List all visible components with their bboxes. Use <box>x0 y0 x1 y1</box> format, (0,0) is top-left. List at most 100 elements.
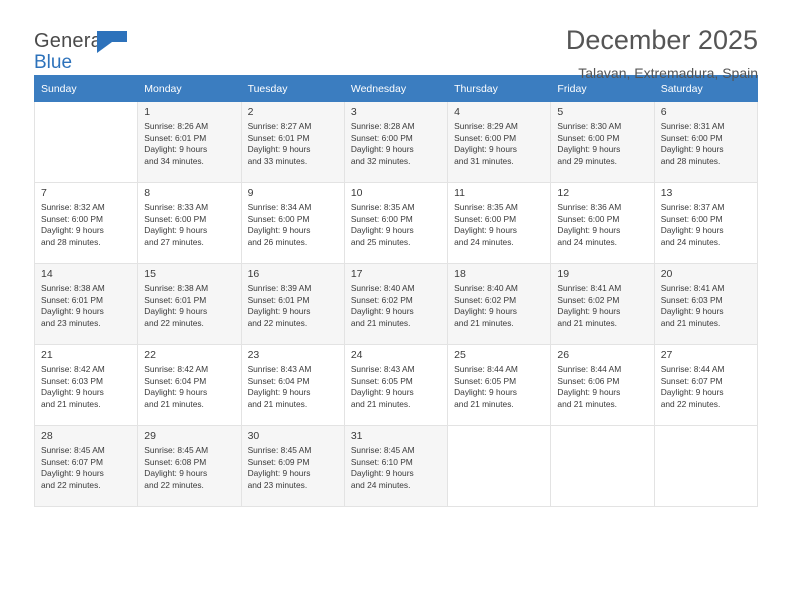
day-info-line: Sunset: 6:01 PM <box>247 294 310 305</box>
day-number: 1 <box>144 106 151 118</box>
calendar-day-cell[interactable]: 18 Sunrise: 8:40 AM Sunset: 6:02 PM Dayligh… <box>447 263 552 345</box>
calendar-table: Sunday Monday Tuesday Wednesday Thursday… <box>33 75 759 507</box>
day-info: Sunrise: 8:38 AM Sunset: 6:01 PM Daylight:… <box>138 280 240 329</box>
calendar-week-row: 1 Sunrise: 8:26 AM Sunset: 6:01 PM Daylight… <box>33 101 759 183</box>
day-number: 23 <box>247 349 260 361</box>
calendar-day-cell[interactable]: 5 Sunrise: 8:30 AM Sunset: 6:00 PM Daylight… <box>550 101 655 183</box>
day-info-line: Daylight: 9 hours <box>41 306 104 317</box>
calendar-day-cell[interactable]: 24 Sunrise: 8:43 AM Sunset: 6:05 PM Dayligh… <box>343 344 449 426</box>
day-info-line: Sunset: 6:00 PM <box>557 132 620 143</box>
day-info-line: Sunset: 6:00 PM <box>350 132 413 143</box>
day-number: 11 <box>454 187 466 199</box>
calendar-day-cell[interactable]: 11 Sunrise: 8:35 AM Sunset: 6:00 PM Dayligh… <box>447 182 552 264</box>
page-title: December 2025 <box>565 25 758 55</box>
calendar-day-cell[interactable]: 1 Sunrise: 8:26 AM Sunset: 6:01 PM Daylight… <box>137 101 242 183</box>
day-info-line: and 32 minutes. <box>350 155 411 166</box>
day-info-line: Sunset: 6:00 PM <box>144 213 207 224</box>
day-info-line: and 22 minutes. <box>247 317 308 328</box>
day-info-line: and 22 minutes. <box>144 317 204 328</box>
calendar-day-cell[interactable]: 15 Sunrise: 8:38 AM Sunset: 6:01 PM Dayligh… <box>137 263 242 345</box>
day-info-line: Sunset: 6:06 PM <box>557 375 620 386</box>
calendar-week-row: 21 Sunrise: 8:42 AM Sunset: 6:03 PM Dayligh… <box>33 344 759 426</box>
day-info-line: Sunrise: 8:32 AM <box>41 202 105 212</box>
calendar-day-cell[interactable]: 8 Sunrise: 8:33 AM Sunset: 6:00 PM Daylight… <box>137 182 242 264</box>
day-number: 24 <box>350 349 363 361</box>
day-info-line: Daylight: 9 hours <box>557 387 621 398</box>
calendar-day-cell[interactable]: 22 Sunrise: 8:42 AM Sunset: 6:04 PM Dayligh… <box>137 344 242 426</box>
flag-icon-tail <box>97 31 127 53</box>
calendar-day-cell[interactable]: 7 Sunrise: 8:32 AM Sunset: 6:00 PM Daylight… <box>33 182 139 264</box>
calendar-day-cell[interactable]: 20 Sunrise: 8:41 AM Sunset: 6:03 PM Dayligh… <box>653 263 759 345</box>
calendar-day-cell[interactable]: 30 Sunrise: 8:45 AM Sunset: 6:09 PM Dayligh… <box>240 425 345 507</box>
calendar-day-cell[interactable]: 2 Sunrise: 8:27 AM Sunset: 6:01 PM Daylight… <box>240 101 345 183</box>
calendar-empty-cell <box>550 425 655 507</box>
day-info-line: and 31 minutes. <box>454 155 514 166</box>
day-info: Sunrise: 8:31 AM Sunset: 6:00 PM Daylight:… <box>655 118 757 167</box>
day-info: Sunrise: 8:27 AM Sunset: 6:01 PM Daylight:… <box>242 118 344 167</box>
calendar-day-cell[interactable]: 6 Sunrise: 8:31 AM Sunset: 6:00 PM Daylight… <box>653 101 759 183</box>
calendar-day-cell[interactable]: 25 Sunrise: 8:44 AM Sunset: 6:05 PM Dayligh… <box>447 344 552 426</box>
day-info: Sunrise: 8:34 AM Sunset: 6:00 PM Daylight:… <box>242 199 344 248</box>
day-info-line: Daylight: 9 hours <box>454 144 517 155</box>
calendar-day-cell[interactable]: 16 Sunrise: 8:39 AM Sunset: 6:01 PM Dayligh… <box>240 263 345 345</box>
day-info-line: Daylight: 9 hours <box>350 468 414 479</box>
day-info-line: and 23 minutes. <box>41 317 101 328</box>
calendar-day-cell[interactable]: 14 Sunrise: 8:38 AM Sunset: 6:01 PM Dayligh… <box>33 263 139 345</box>
day-info-line: Sunset: 6:09 PM <box>247 456 310 467</box>
day-info-line: Sunset: 6:00 PM <box>660 132 723 143</box>
day-info-line: Sunrise: 8:42 AM <box>144 364 209 374</box>
calendar-day-cell[interactable]: 31 Sunrise: 8:45 AM Sunset: 6:10 PM Dayligh… <box>343 425 449 507</box>
day-info-line: Sunset: 6:01 PM <box>144 132 207 143</box>
day-info-line: Sunset: 6:07 PM <box>660 375 723 386</box>
calendar-day-cell[interactable]: 4 Sunrise: 8:29 AM Sunset: 6:00 PM Daylight… <box>447 101 552 183</box>
day-info-line: and 28 minutes. <box>660 155 721 166</box>
day-number: 15 <box>144 268 156 280</box>
day-info-line: and 24 minutes. <box>454 236 514 247</box>
calendar-day-cell[interactable]: 21 Sunrise: 8:42 AM Sunset: 6:03 PM Dayligh… <box>33 344 139 426</box>
day-number: 18 <box>454 268 466 280</box>
calendar-day-cell[interactable]: 13 Sunrise: 8:37 AM Sunset: 6:00 PM Dayligh… <box>653 182 759 264</box>
calendar-day-cell[interactable]: 26 Sunrise: 8:44 AM Sunset: 6:06 PM Dayligh… <box>550 344 655 426</box>
generalblue-logo[interactable]: General Blue <box>34 30 234 80</box>
day-info-line: and 22 minutes. <box>41 479 101 490</box>
calendar-day-cell[interactable]: 12 Sunrise: 8:36 AM Sunset: 6:00 PM Dayligh… <box>550 182 655 264</box>
day-info-line: Sunrise: 8:40 AM <box>350 283 415 293</box>
day-info-line: and 22 minutes. <box>660 398 721 409</box>
day-info-line: Daylight: 9 hours <box>41 468 104 479</box>
day-number: 2 <box>247 106 254 118</box>
day-info-line: Daylight: 9 hours <box>247 144 311 155</box>
day-info: Sunrise: 8:26 AM Sunset: 6:01 PM Daylight:… <box>138 118 240 167</box>
calendar-day-cell[interactable]: 10 Sunrise: 8:35 AM Sunset: 6:00 PM Dayligh… <box>343 182 449 264</box>
day-info-line: and 26 minutes. <box>247 236 308 247</box>
calendar-day-cell[interactable]: 28 Sunrise: 8:45 AM Sunset: 6:07 PM Dayligh… <box>33 425 139 507</box>
day-info: Sunrise: 8:45 AM Sunset: 6:08 PM Daylight:… <box>138 442 240 491</box>
weekday-header-thursday: Thursday <box>447 75 552 102</box>
day-info-line: Sunrise: 8:43 AM <box>247 364 312 374</box>
day-info-line: Daylight: 9 hours <box>660 144 724 155</box>
calendar-day-cell[interactable]: 27 Sunrise: 8:44 AM Sunset: 6:07 PM Dayligh… <box>653 344 759 426</box>
calendar-day-cell[interactable]: 3 Sunrise: 8:28 AM Sunset: 6:00 PM Daylight… <box>343 101 449 183</box>
day-info-line: Daylight: 9 hours <box>144 306 208 317</box>
day-number: 14 <box>41 268 53 280</box>
day-info-line: Daylight: 9 hours <box>454 225 517 236</box>
day-info-line: Daylight: 9 hours <box>557 225 621 236</box>
day-info-line: Sunset: 6:03 PM <box>41 375 103 386</box>
day-info-line: Sunrise: 8:38 AM <box>144 283 209 293</box>
calendar-empty-cell <box>447 425 552 507</box>
day-info-line: Daylight: 9 hours <box>350 225 414 236</box>
day-info-line: Sunrise: 8:39 AM <box>247 283 312 293</box>
day-info-line: Sunset: 6:07 PM <box>41 456 103 467</box>
day-info-line: Daylight: 9 hours <box>557 144 621 155</box>
calendar-day-cell[interactable]: 29 Sunrise: 8:45 AM Sunset: 6:08 PM Dayligh… <box>137 425 242 507</box>
day-info: Sunrise: 8:41 AM Sunset: 6:03 PM Daylight:… <box>655 280 757 329</box>
day-number: 19 <box>557 268 570 280</box>
day-info: Sunrise: 8:39 AM Sunset: 6:01 PM Daylight:… <box>242 280 344 329</box>
day-info-line: Sunset: 6:01 PM <box>41 294 103 305</box>
day-info: Sunrise: 8:36 AM Sunset: 6:00 PM Daylight:… <box>551 199 653 248</box>
day-info-line: Sunrise: 8:29 AM <box>454 121 518 131</box>
calendar-day-cell[interactable]: 17 Sunrise: 8:40 AM Sunset: 6:02 PM Dayligh… <box>343 263 449 345</box>
day-info: Sunrise: 8:37 AM Sunset: 6:00 PM Daylight:… <box>655 199 757 248</box>
calendar-day-cell[interactable]: 9 Sunrise: 8:34 AM Sunset: 6:00 PM Daylight… <box>240 182 345 264</box>
calendar-day-cell[interactable]: 23 Sunrise: 8:43 AM Sunset: 6:04 PM Dayligh… <box>240 344 345 426</box>
calendar-day-cell[interactable]: 19 Sunrise: 8:41 AM Sunset: 6:02 PM Dayligh… <box>550 263 655 345</box>
